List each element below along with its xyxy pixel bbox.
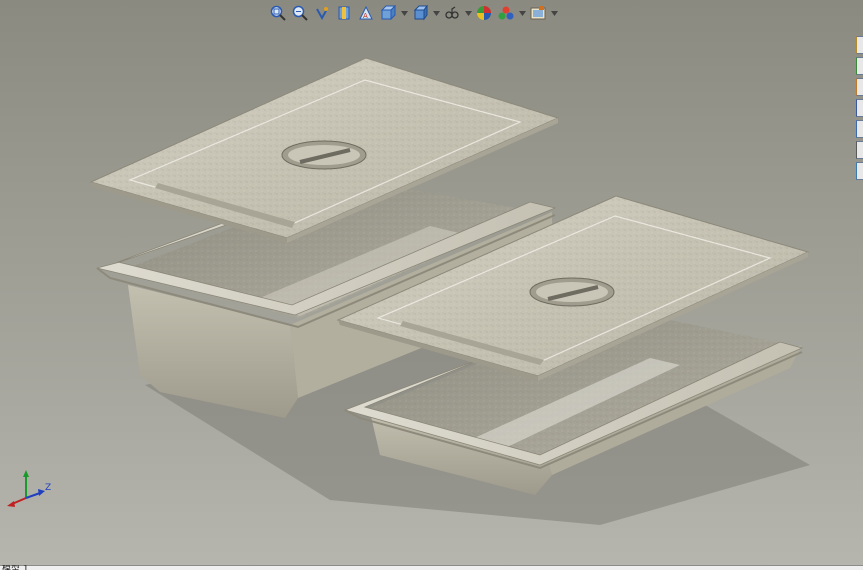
view-settings-dropdown[interactable] xyxy=(550,3,558,23)
design-library-tab[interactable] xyxy=(856,57,863,75)
model-tab-strip xyxy=(0,565,863,570)
file-explorer-tab[interactable] xyxy=(856,78,863,96)
hide-show-items-icon[interactable] xyxy=(442,3,462,23)
hide-show-dropdown[interactable] xyxy=(464,3,472,23)
svg-text:A: A xyxy=(363,12,368,20)
triad-x-axis xyxy=(7,497,27,507)
view-orientation-dropdown[interactable] xyxy=(400,3,408,23)
apply-scene-dropdown[interactable] xyxy=(518,3,526,23)
solidworks-resources-tab[interactable] xyxy=(856,36,863,54)
triad-z-label: Z xyxy=(45,483,51,493)
previous-view-icon[interactable] xyxy=(312,3,332,23)
apply-scene-icon[interactable] xyxy=(496,3,516,23)
reference-triad: Z xyxy=(7,470,51,507)
heads-up-view-toolbar: A xyxy=(268,2,558,24)
view-settings-icon[interactable] xyxy=(528,3,548,23)
display-style-icon[interactable] xyxy=(410,3,430,23)
display-style-dropdown[interactable] xyxy=(432,3,440,23)
section-view-icon[interactable] xyxy=(334,3,354,23)
zoom-to-area-icon[interactable] xyxy=(290,3,310,23)
triad-z-axis xyxy=(25,489,45,499)
custom-properties-tab[interactable] xyxy=(856,141,863,159)
dynamic-annotation-icon[interactable]: A xyxy=(356,3,376,23)
view-palette-tab[interactable] xyxy=(856,99,863,117)
view-orientation-icon[interactable] xyxy=(378,3,398,23)
model-tab[interactable]: 模型 1 xyxy=(0,565,40,570)
zoom-to-fit-icon[interactable] xyxy=(268,3,288,23)
graphics-viewport[interactable] xyxy=(0,0,863,570)
edit-appearance-icon[interactable] xyxy=(474,3,494,23)
search-tab[interactable] xyxy=(856,162,863,180)
task-pane-tabs xyxy=(856,36,863,180)
triad-y-axis xyxy=(23,470,29,498)
appearances-tab[interactable] xyxy=(856,120,863,138)
